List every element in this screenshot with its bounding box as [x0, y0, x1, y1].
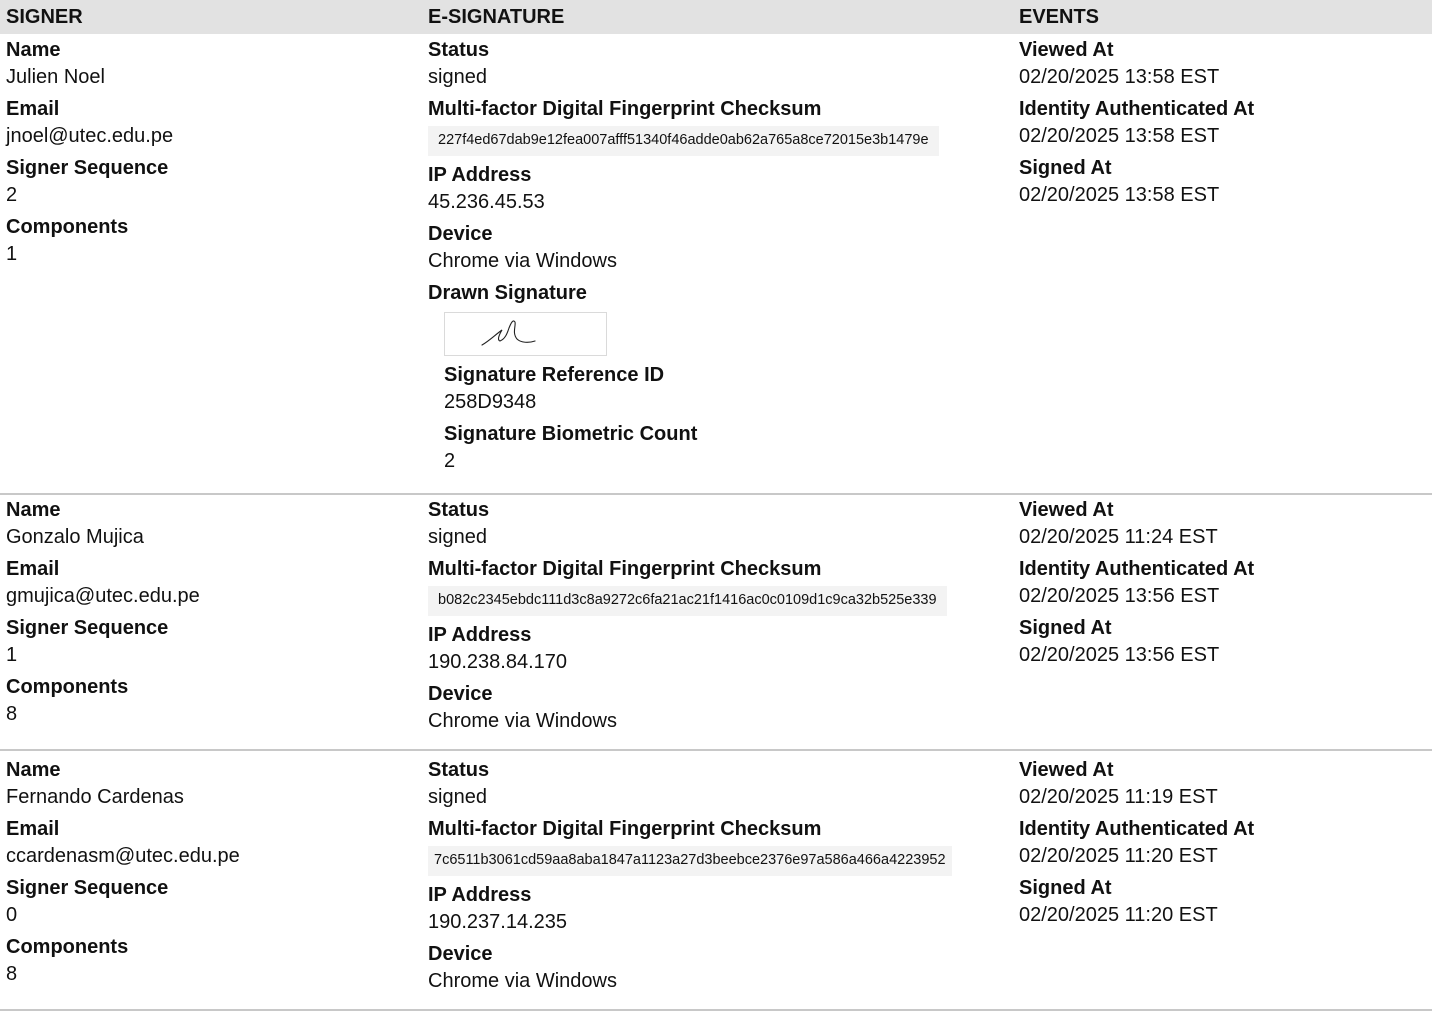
ip-address-label: IP Address — [428, 624, 532, 646]
events-column: Viewed At 02/20/2025 11:19 EST Identity A… — [1019, 759, 1254, 936]
identity-authenticated-at-label: Identity Authenticated At — [1019, 98, 1255, 120]
signer-name: Gonzalo Mujica — [6, 526, 144, 548]
row-divider — [0, 749, 1432, 751]
ip-address: 45.236.45.53 — [428, 191, 545, 213]
checksum-label: Multi-factor Digital Fingerprint Checksu… — [428, 98, 822, 120]
esignature-column: Status signed Multi-factor Digital Finger… — [428, 499, 947, 742]
status-label: Status — [428, 499, 490, 521]
signed-at-label: Signed At — [1019, 617, 1112, 639]
signed-at-label: Signed At — [1019, 877, 1112, 899]
esignature-column: Status signed Multi-factor Digital Finger… — [428, 39, 939, 482]
identity-authenticated-at: 02/20/2025 11:20 EST — [1019, 845, 1218, 867]
device-label: Device — [428, 943, 493, 965]
signed-at: 02/20/2025 11:20 EST — [1019, 904, 1218, 926]
components-count: 8 — [6, 703, 18, 725]
ip-address-label: IP Address — [428, 884, 532, 906]
signer-name: Fernando Cardenas — [6, 786, 184, 808]
checksum-label: Multi-factor Digital Fingerprint Checksu… — [428, 818, 822, 840]
components-label: Components — [6, 216, 129, 238]
email-label: Email — [6, 98, 60, 120]
components-count: 8 — [6, 963, 18, 985]
device-value: Chrome via Windows — [428, 250, 617, 272]
viewed-at: 02/20/2025 11:19 EST — [1019, 786, 1218, 808]
identity-authenticated-at-label: Identity Authenticated At — [1019, 818, 1255, 840]
viewed-at-label: Viewed At — [1019, 759, 1114, 781]
checksum-value: b082c2345ebdc111d3c8a9272c6fa21ac21f1416… — [428, 586, 947, 616]
esignature-column: Status signed Multi-factor Digital Finger… — [428, 759, 952, 1002]
signer-sequence: 1 — [6, 644, 18, 666]
components-label: Components — [6, 936, 129, 958]
drawn-signature-label: Drawn Signature — [428, 282, 587, 304]
signed-at: 02/20/2025 13:56 EST — [1019, 644, 1220, 666]
signature-reference-id-label: Signature Reference ID — [444, 364, 665, 386]
signer-email: ccardenasm@utec.edu.pe — [6, 845, 240, 867]
signer-sequence-label: Signer Sequence — [6, 877, 169, 899]
signer-name: Julien Noel — [6, 66, 105, 88]
signature-biometric-count-label: Signature Biometric Count — [444, 423, 698, 445]
device-value: Chrome via Windows — [428, 710, 617, 732]
signer-email: gmujica@utec.edu.pe — [6, 585, 200, 607]
signer-column: Name Julien Noel Email jnoel@utec.edu.pe S… — [6, 39, 173, 275]
device-value: Chrome via Windows — [428, 970, 617, 992]
ip-address-label: IP Address — [428, 164, 532, 186]
signature-biometric-count: 2 — [444, 450, 456, 472]
signer-column: Name Fernando Cardenas Email ccardenasm@ut… — [6, 759, 240, 995]
table-header: SIGNER E-SIGNATURE EVENTS — [0, 0, 1432, 34]
drawn-signature-image — [444, 312, 607, 356]
status-label: Status — [428, 759, 490, 781]
device-label: Device — [428, 683, 493, 705]
identity-authenticated-at: 02/20/2025 13:56 EST — [1019, 585, 1220, 607]
viewed-at-label: Viewed At — [1019, 499, 1114, 521]
signer-email: jnoel@utec.edu.pe — [6, 125, 174, 147]
signed-at-label: Signed At — [1019, 157, 1112, 179]
events-column: Viewed At 02/20/2025 13:58 EST Identity A… — [1019, 39, 1254, 216]
header-esignature: E-SIGNATURE — [428, 6, 565, 28]
identity-authenticated-at: 02/20/2025 13:58 EST — [1019, 125, 1220, 147]
checksum-value: 227f4ed67dab9e12fea007afff51340f46adde0a… — [428, 126, 939, 156]
row-divider — [0, 1009, 1432, 1011]
signer-column: Name Gonzalo Mujica Email gmujica@utec.edu… — [6, 499, 200, 735]
name-label: Name — [6, 39, 61, 61]
viewed-at: 02/20/2025 11:24 EST — [1019, 526, 1218, 548]
signature-reference-id: 258D9348 — [444, 391, 537, 413]
ip-address: 190.238.84.170 — [428, 651, 568, 673]
components-count: 1 — [6, 243, 18, 265]
ip-address: 190.237.14.235 — [428, 911, 568, 933]
signed-at: 02/20/2025 13:58 EST — [1019, 184, 1220, 206]
signer-sequence: 2 — [6, 184, 18, 206]
name-label: Name — [6, 759, 61, 781]
device-label: Device — [428, 223, 493, 245]
header-signer: SIGNER — [6, 6, 83, 28]
components-label: Components — [6, 676, 129, 698]
viewed-at: 02/20/2025 13:58 EST — [1019, 66, 1220, 88]
status-value: signed — [428, 786, 487, 808]
identity-authenticated-at-label: Identity Authenticated At — [1019, 558, 1255, 580]
status-value: signed — [428, 526, 487, 548]
email-label: Email — [6, 818, 60, 840]
status-value: signed — [428, 66, 487, 88]
signer-sequence-label: Signer Sequence — [6, 617, 169, 639]
signer-sequence: 0 — [6, 904, 18, 926]
email-label: Email — [6, 558, 60, 580]
row-divider — [0, 493, 1432, 495]
status-label: Status — [428, 39, 490, 61]
header-events: EVENTS — [1019, 6, 1100, 28]
events-column: Viewed At 02/20/2025 11:24 EST Identity A… — [1019, 499, 1254, 676]
signer-sequence-label: Signer Sequence — [6, 157, 169, 179]
name-label: Name — [6, 499, 61, 521]
viewed-at-label: Viewed At — [1019, 39, 1114, 61]
checksum-value: 7c6511b3061cd59aa8aba1847a1123a27d3beebc… — [428, 846, 952, 876]
checksum-label: Multi-factor Digital Fingerprint Checksu… — [428, 558, 822, 580]
